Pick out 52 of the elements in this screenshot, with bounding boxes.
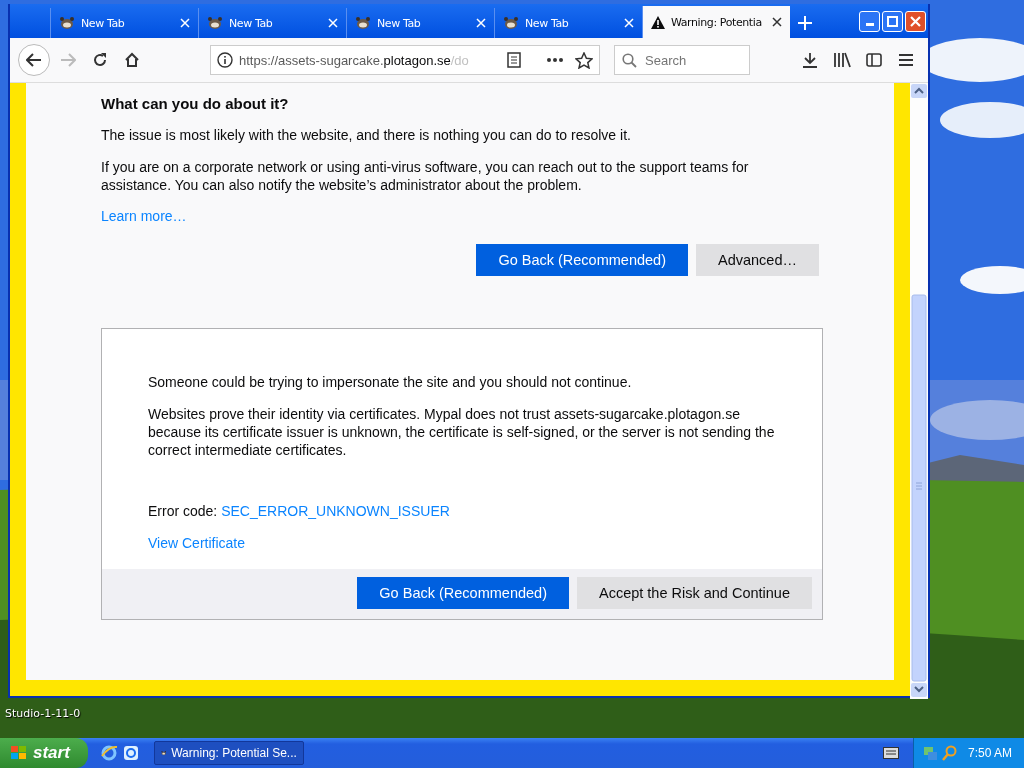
page-heading: What can you do about it? [101, 95, 290, 112]
browser-icon[interactable] [99, 744, 118, 762]
star-icon[interactable] [575, 51, 593, 69]
go-back-button[interactable]: Go Back (Recommended) [357, 577, 569, 609]
taskbar-item[interactable]: Warning: Potential Se... [153, 741, 304, 765]
secondary-button[interactable]: Accept the Risk and Continue [576, 577, 812, 609]
search-icon [622, 53, 637, 68]
paragraph: If you are on a corporate network or using anti-virus software, you can reach out to the support teams for assistance. You can also notify the website’s administrator about the problem. [101, 158, 750, 194]
learn-more-link[interactable]: Learn more… [101, 208, 187, 224]
reload-icon[interactable] [92, 52, 108, 68]
close-icon[interactable] [772, 17, 782, 27]
download-icon[interactable] [802, 52, 818, 68]
new-tab-icon[interactable] [798, 16, 812, 30]
address-bar[interactable]: https://assets-sugarcake.plotagon.se/do [210, 45, 600, 75]
paragraph: Websites prove their identity via certificates. Mypal does not trust assets-sugarcake.plotagon.se because its certificate issuer is unknown, the certificate is self-signed, or the server is not sending the correct intermediate certificates. [148, 405, 776, 459]
animal-icon [207, 16, 223, 30]
close-button[interactable] [905, 10, 926, 32]
sidebar-icon[interactable] [866, 53, 882, 67]
menu-icon[interactable] [899, 54, 913, 66]
secondary-button[interactable]: Advanced… [696, 244, 819, 276]
desktop-icon-label: Studio-1-11-0 [5, 707, 81, 720]
browser-icon[interactable] [121, 744, 140, 762]
back-arrow-icon [26, 53, 42, 67]
browser-tab[interactable]: Warning: Potentia [642, 6, 790, 38]
view-certificate-link[interactable]: View Certificate [148, 535, 245, 551]
windows-flag-icon [10, 745, 28, 761]
url-text: https://assets-sugarcake.plotagon.se/do [239, 52, 470, 68]
back-button[interactable] [18, 44, 50, 76]
info-icon[interactable] [217, 52, 233, 68]
animal-icon [355, 16, 371, 30]
animal-icon [503, 16, 519, 30]
close-icon [910, 15, 921, 27]
reader-view-icon[interactable] [507, 52, 521, 68]
paragraph: Someone could be trying to impersonate the site and you should not continue. [148, 373, 633, 391]
warning-icon [651, 15, 665, 29]
maximize-button[interactable] [882, 10, 903, 32]
error-code-label: Error code: [148, 503, 218, 519]
minimize-icon [865, 22, 874, 26]
animal-icon [59, 16, 75, 30]
paragraph: The issue is most likely with the website, and there is nothing you can do to resolve it. [101, 126, 632, 144]
clock: 7:50 AM [967, 746, 1012, 760]
library-icon[interactable] [833, 52, 851, 68]
home-icon[interactable] [124, 52, 140, 68]
keyboard-icon[interactable] [882, 747, 899, 759]
more-icon[interactable] [547, 58, 563, 62]
scrollbar[interactable] [910, 83, 928, 699]
error-code-link[interactable]: SEC_ERROR_UNKNOWN_ISSUER [221, 503, 450, 519]
start-button[interactable]: start [0, 738, 88, 768]
go-back-button[interactable]: Go Back (Recommended) [476, 244, 688, 276]
maximize-icon [887, 15, 898, 27]
minimize-button[interactable] [859, 10, 880, 32]
search-field[interactable]: Search [614, 45, 750, 75]
